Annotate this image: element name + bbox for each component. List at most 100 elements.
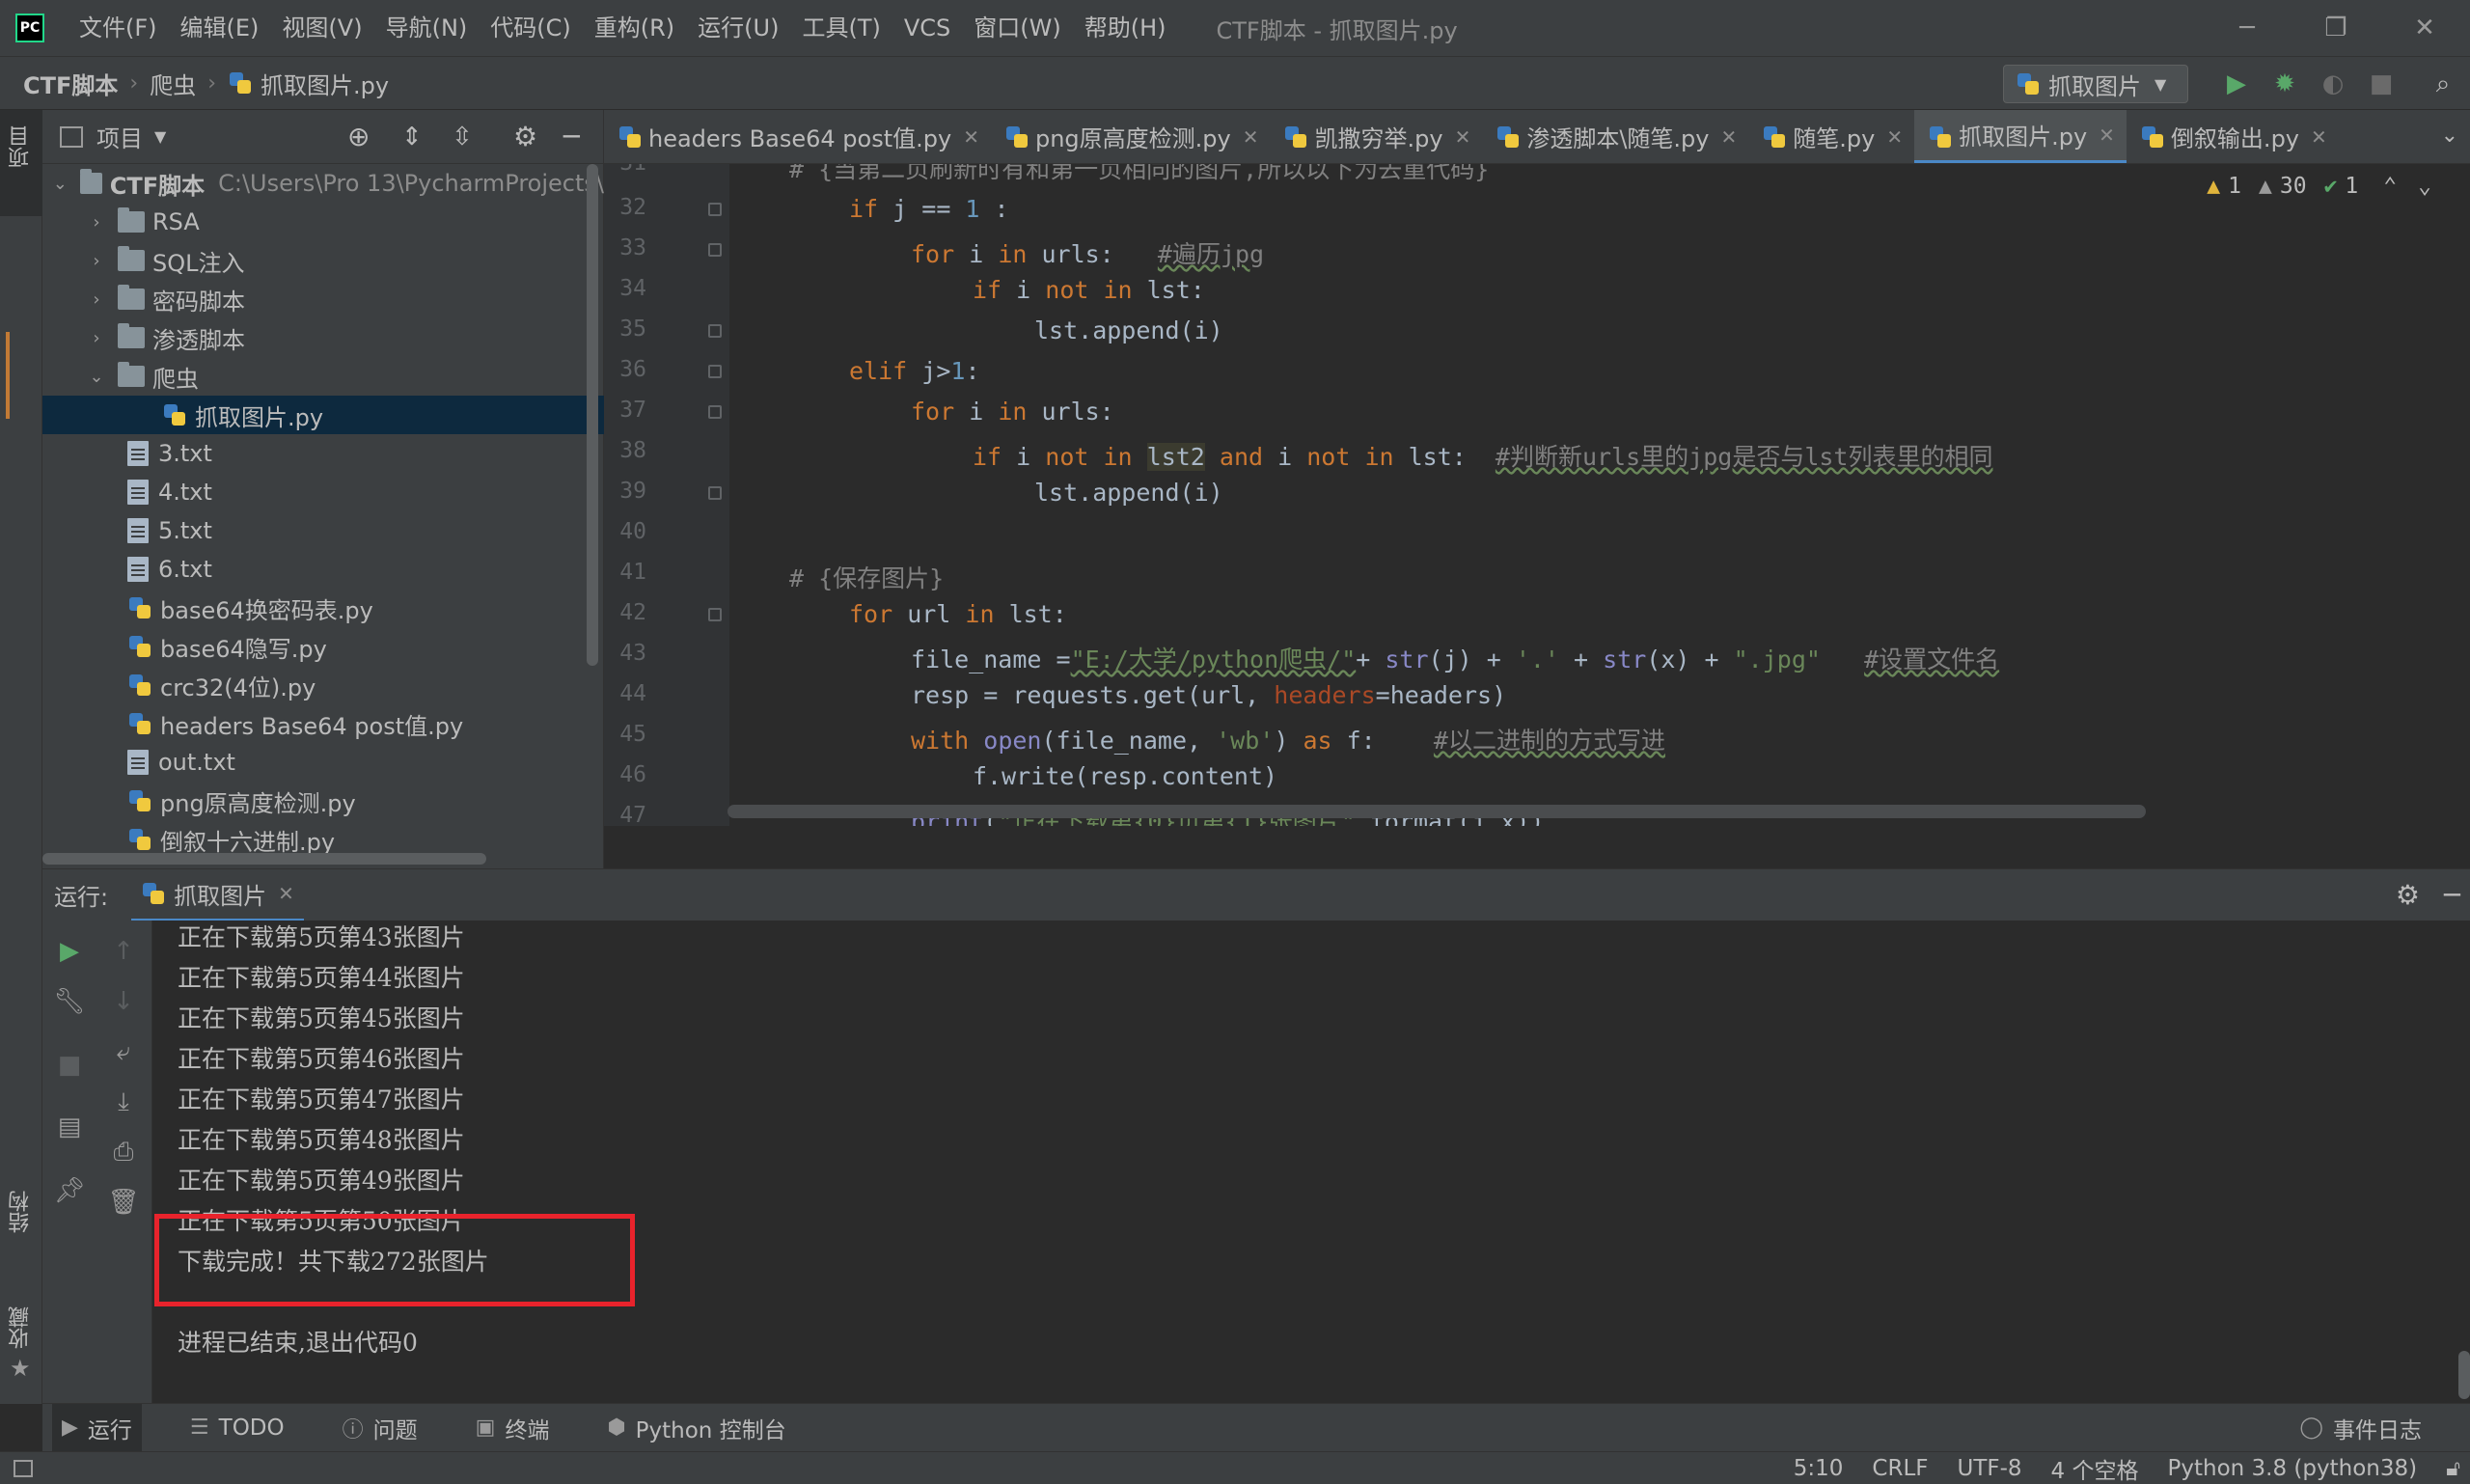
layout-icon[interactable]: ▤ [52,1110,87,1144]
code-editor[interactable]: 31 32 33 34 35 36 37 38 39 40 41 42 43 4… [604,164,2470,826]
python-console-tool-button[interactable]: ⬢ Python 控制台 [597,1404,795,1452]
todo-tool-button[interactable]: ☰ TODO [180,1404,294,1452]
close-icon[interactable]: ✕ [2381,0,2468,56]
gear-icon[interactable]: ⚙ [2396,879,2420,911]
tree-file[interactable]: 6.txt [42,550,604,589]
console-scrollbar[interactable] [2458,1351,2470,1399]
tab-notes[interactable]: 随笔.py ✕ [1748,110,1914,163]
close-icon[interactable]: ✕ [1243,125,1259,149]
pin-icon[interactable]: 📌︎ [52,1173,87,1208]
stop-icon[interactable]: ■ [2364,67,2399,101]
soft-wrap-icon[interactable]: ⤶ [106,1034,141,1069]
indent-setting[interactable]: 4 个空格 [2051,1452,2139,1484]
inspection-widget[interactable]: ▲ 1 ▲ 30 ✔ 1 ⌃ ⌄ [2207,174,2431,199]
tree-file[interactable]: crc32(4位).py [42,666,604,704]
breadcrumb-project[interactable]: CTF脚本 [23,67,118,100]
arrow-up-icon[interactable]: ↑ [106,934,141,969]
menu-view[interactable]: 视图(V) [270,0,373,56]
fold-marker-icon[interactable] [708,608,722,621]
chevron-down-icon[interactable]: ⌄ [2418,174,2431,199]
fold-marker-icon[interactable] [708,203,722,216]
chevron-up-icon[interactable]: ⌃ [2383,174,2397,199]
tree-root[interactable]: ⌄ CTF脚本 C:\Users\Pro 13\PycharmProjects\ [42,164,604,203]
chevron-down-icon[interactable]: ⌄ [87,367,106,387]
tab-fetch-images[interactable]: 抓取图片.py ✕ [1914,110,2127,163]
stop-icon[interactable]: ■ [52,1048,87,1083]
run-tab[interactable]: 抓取图片 ✕ [131,869,304,921]
fold-marker-icon[interactable] [708,324,722,338]
caret-position[interactable]: 5:10 [1794,1456,1844,1481]
debug-icon[interactable]: ✹ [2267,67,2302,101]
breadcrumb-file[interactable]: 抓取图片.py [261,67,389,100]
line-separator[interactable]: CRLF [1872,1456,1928,1481]
chevron-down-icon[interactable]: ⌄ [52,174,69,194]
close-icon[interactable]: ✕ [278,882,294,905]
close-icon[interactable]: ✕ [1720,125,1737,149]
wrench-icon[interactable]: 🔧︎ [52,984,87,1019]
tree-file[interactable]: 4.txt [42,473,604,511]
tree-folder[interactable]: › RSA [42,203,604,241]
run-tool-button[interactable]: ▶ 运行 [52,1403,142,1452]
tree-folder[interactable]: › SQL注入 [42,241,604,280]
star-icon[interactable]: ★ [10,1355,31,1382]
menu-help[interactable]: 帮助(H) [1073,0,1178,56]
favorites-tool-label[interactable]: 收藏 [6,1306,37,1349]
menu-edit[interactable]: 编辑(E) [169,0,271,56]
hide-panel-icon[interactable]: ─ [563,121,580,152]
tab-png-height[interactable]: png原高度检测.py ✕ [991,110,1271,163]
tree-folder[interactable]: › 渗透脚本 [42,318,604,357]
project-panel-title[interactable]: 项目 [96,120,143,153]
menu-refactor[interactable]: 重构(R) [583,0,686,56]
close-icon[interactable]: ✕ [1886,125,1903,149]
menu-tools[interactable]: 工具(T) [790,0,892,56]
menu-run[interactable]: 运行(U) [686,0,790,56]
tab-headers-base64[interactable]: headers Base64 post值.py ✕ [604,110,991,163]
tab-pentest-notes[interactable]: 渗透脚本\随笔.py ✕ [1482,110,1748,163]
file-encoding[interactable]: UTF-8 [1958,1456,2022,1481]
expand-all-icon[interactable]: ⇕ [401,123,423,151]
gear-icon[interactable]: ⚙ [513,121,537,152]
arrow-down-icon[interactable]: ↓ [106,984,141,1019]
fold-marker-icon[interactable] [708,365,722,378]
rerun-icon[interactable]: ▶ [52,934,87,969]
hide-panel-icon[interactable]: ─ [2444,879,2460,911]
close-icon[interactable]: ✕ [963,125,979,149]
toggle-tool-windows-icon[interactable] [14,1459,33,1477]
menu-file[interactable]: 文件(F) [68,0,169,56]
structure-tool-label[interactable]: 结构 [6,1191,37,1233]
vertical-scrollbar[interactable] [587,164,598,666]
chevron-right-icon[interactable]: › [87,251,106,271]
locate-icon[interactable]: ⊕ [347,121,370,152]
menu-code[interactable]: 代码(C) [479,0,582,56]
tree-file[interactable]: base64隐写.py [42,627,604,666]
horizontal-scrollbar[interactable] [42,853,486,865]
tree-file[interactable]: base64换密码表.py [42,589,604,627]
python-interpreter[interactable]: Python 3.8 (python38) [2168,1456,2418,1481]
run-icon[interactable]: ▶ [2219,67,2254,101]
close-icon[interactable]: ✕ [1455,125,1471,149]
tree-file[interactable]: out.txt [42,743,604,782]
chevron-right-icon[interactable]: › [87,289,106,310]
tab-caesar[interactable]: 凯撒穷举.py ✕ [1270,110,1482,163]
tab-reverse-output[interactable]: 倒叙输出.py ✕ [2127,110,2339,163]
dropdown-arrow-icon[interactable]: ▼ [154,127,166,146]
project-tool-label[interactable]: 项目 [6,125,37,168]
tree-file[interactable]: 3.txt [42,434,604,473]
chevron-right-icon[interactable]: › [87,328,106,348]
fold-marker-icon[interactable] [708,243,722,257]
tab-list-chevron-icon[interactable]: ⌄ [2441,124,2458,148]
tree-folder[interactable]: ⌄ 爬虫 [42,357,604,396]
breadcrumb-folder[interactable]: 爬虫 [150,67,196,100]
minimize-icon[interactable]: ─ [2204,0,2291,56]
trash-icon[interactable]: 🗑︎ [106,1185,141,1220]
chevron-right-icon[interactable]: › [87,212,106,233]
tree-folder[interactable]: › 密码脚本 [42,280,604,318]
terminal-tool-button[interactable]: ▣ 终端 [466,1404,560,1452]
tree-file[interactable]: headers Base64 post值.py [42,704,604,743]
fold-marker-icon[interactable] [708,486,722,500]
restore-icon[interactable]: ❐ [2292,0,2379,56]
tree-file[interactable]: 5.txt [42,511,604,550]
coverage-icon[interactable]: ◐ [2316,67,2350,101]
close-icon[interactable]: ✕ [2099,124,2115,147]
scroll-to-end-icon[interactable]: ⤓ [106,1085,141,1119]
